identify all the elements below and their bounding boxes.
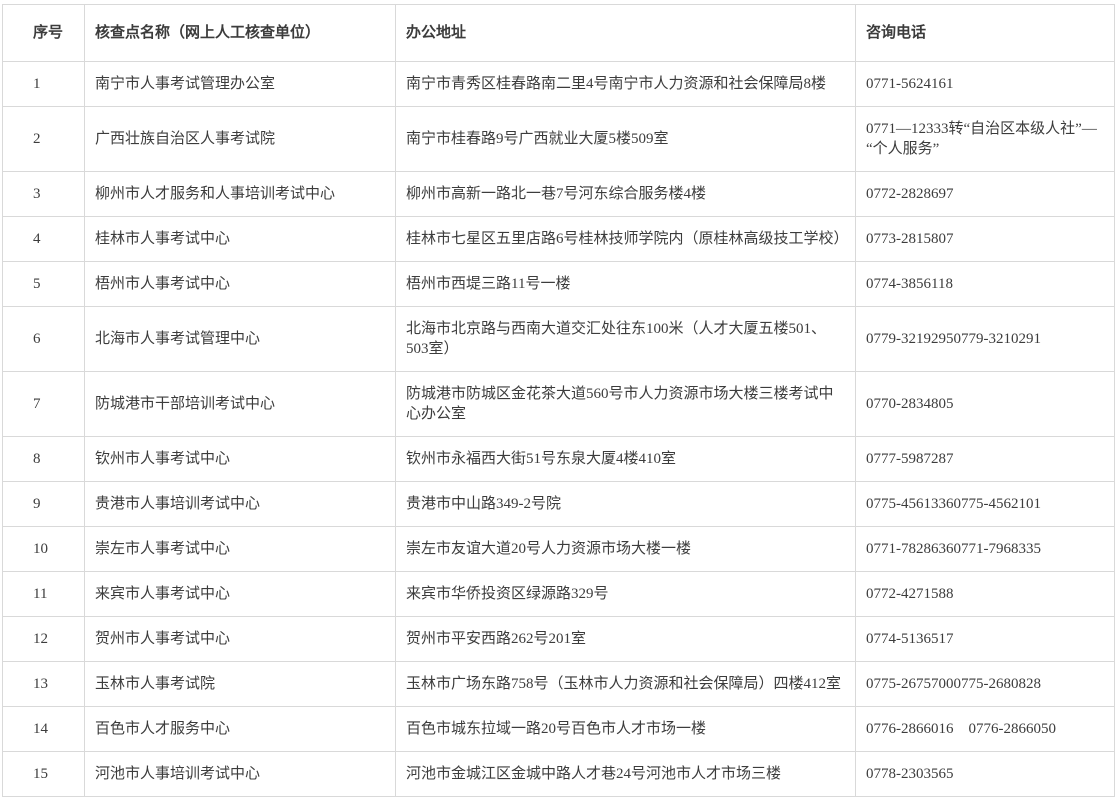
table-header-row: 序号 核查点名称（网上人工核查单位） 办公地址 咨询电话 [3,5,1115,62]
cell-index: 15 [3,752,85,797]
cell-index: 6 [3,307,85,372]
cell-phone: 0775-26757000775-2680828 [856,662,1115,707]
cell-phone: 0771-5624161 [856,62,1115,107]
cell-name: 广西壮族自治区人事考试院 [85,107,396,172]
cell-name: 来宾市人事考试中心 [85,572,396,617]
table-row: 1南宁市人事考试管理办公室南宁市青秀区桂春路南二里4号南宁市人力资源和社会保障局… [3,62,1115,107]
cell-phone: 0772-2828697 [856,172,1115,217]
table-row: 8钦州市人事考试中心钦州市永福西大街51号东泉大厦4楼410室0777-5987… [3,437,1115,482]
cell-name: 桂林市人事考试中心 [85,217,396,262]
col-header-phone: 咨询电话 [856,5,1115,62]
cell-address: 崇左市友谊大道20号人力资源市场大楼一楼 [396,527,856,572]
cell-address: 桂林市七星区五里店路6号桂林技师学院内（原桂林高级技工学校） [396,217,856,262]
cell-address: 北海市北京路与西南大道交汇处往东100米（人才大厦五楼501、503室） [396,307,856,372]
cell-name: 贺州市人事考试中心 [85,617,396,662]
cell-index: 13 [3,662,85,707]
cell-phone: 0778-2303565 [856,752,1115,797]
cell-phone: 0779-32192950779-3210291 [856,307,1115,372]
table-row: 6北海市人事考试管理中心北海市北京路与西南大道交汇处往东100米（人才大厦五楼5… [3,307,1115,372]
cell-name: 钦州市人事考试中心 [85,437,396,482]
cell-address: 贵港市中山路349-2号院 [396,482,856,527]
cell-index: 10 [3,527,85,572]
table-body: 1南宁市人事考试管理办公室南宁市青秀区桂春路南二里4号南宁市人力资源和社会保障局… [3,62,1115,797]
cell-name: 梧州市人事考试中心 [85,262,396,307]
cell-index: 8 [3,437,85,482]
col-header-address: 办公地址 [396,5,856,62]
cell-name: 河池市人事培训考试中心 [85,752,396,797]
cell-index: 5 [3,262,85,307]
cell-phone: 0775-45613360775-4562101 [856,482,1115,527]
cell-phone: 0771—12333转“自治区本级人社”—“个人服务” [856,107,1115,172]
cell-address: 贺州市平安西路262号201室 [396,617,856,662]
cell-index: 11 [3,572,85,617]
cell-phone: 0777-5987287 [856,437,1115,482]
cell-address: 河池市金城江区金城中路人才巷24号河池市人才市场三楼 [396,752,856,797]
cell-index: 1 [3,62,85,107]
cell-name: 玉林市人事考试院 [85,662,396,707]
cell-index: 9 [3,482,85,527]
cell-index: 14 [3,707,85,752]
cell-address: 钦州市永福西大街51号东泉大厦4楼410室 [396,437,856,482]
cell-address: 玉林市广场东路758号（玉林市人力资源和社会保障局）四楼412室 [396,662,856,707]
page: 序号 核查点名称（网上人工核查单位） 办公地址 咨询电话 1南宁市人事考试管理办… [0,0,1116,797]
table-row: 11来宾市人事考试中心来宾市华侨投资区绿源路329号0772-4271588 [3,572,1115,617]
cell-name: 北海市人事考试管理中心 [85,307,396,372]
cell-phone: 0774-3856118 [856,262,1115,307]
cell-phone: 0770-2834805 [856,372,1115,437]
cell-address: 百色市城东拉域一路20号百色市人才市场一楼 [396,707,856,752]
cell-name: 防城港市干部培训考试中心 [85,372,396,437]
cell-address: 南宁市青秀区桂春路南二里4号南宁市人力资源和社会保障局8楼 [396,62,856,107]
col-header-name: 核查点名称（网上人工核查单位） [85,5,396,62]
cell-phone: 0774-5136517 [856,617,1115,662]
cell-address: 防城港市防城区金花茶大道560号市人力资源市场大楼三楼考试中心办公室 [396,372,856,437]
cell-phone: 0773-2815807 [856,217,1115,262]
table-row: 7防城港市干部培训考试中心防城港市防城区金花茶大道560号市人力资源市场大楼三楼… [3,372,1115,437]
table-row: 13玉林市人事考试院玉林市广场东路758号（玉林市人力资源和社会保障局）四楼41… [3,662,1115,707]
cell-phone: 0776-2866016 0776-2866050 [856,707,1115,752]
cell-index: 3 [3,172,85,217]
cell-phone: 0771-78286360771-7968335 [856,527,1115,572]
table-row: 2广西壮族自治区人事考试院南宁市桂春路9号广西就业大厦5楼509室0771—12… [3,107,1115,172]
cell-name: 南宁市人事考试管理办公室 [85,62,396,107]
table-row: 3柳州市人才服务和人事培训考试中心柳州市高新一路北一巷7号河东综合服务楼4楼07… [3,172,1115,217]
cell-name: 百色市人才服务中心 [85,707,396,752]
cell-index: 2 [3,107,85,172]
cell-address: 柳州市高新一路北一巷7号河东综合服务楼4楼 [396,172,856,217]
col-header-index: 序号 [3,5,85,62]
cell-index: 12 [3,617,85,662]
table-row: 14百色市人才服务中心百色市城东拉域一路20号百色市人才市场一楼0776-286… [3,707,1115,752]
cell-address: 梧州市西堤三路11号一楼 [396,262,856,307]
cell-index: 4 [3,217,85,262]
checkpoint-table: 序号 核查点名称（网上人工核查单位） 办公地址 咨询电话 1南宁市人事考试管理办… [2,4,1115,797]
cell-name: 贵港市人事培训考试中心 [85,482,396,527]
table-row: 12贺州市人事考试中心贺州市平安西路262号201室0774-5136517 [3,617,1115,662]
table-row: 5梧州市人事考试中心梧州市西堤三路11号一楼0774-3856118 [3,262,1115,307]
cell-name: 崇左市人事考试中心 [85,527,396,572]
table-row: 9贵港市人事培训考试中心贵港市中山路349-2号院0775-4561336077… [3,482,1115,527]
cell-address: 南宁市桂春路9号广西就业大厦5楼509室 [396,107,856,172]
table-row: 10崇左市人事考试中心崇左市友谊大道20号人力资源市场大楼一楼0771-7828… [3,527,1115,572]
cell-phone: 0772-4271588 [856,572,1115,617]
cell-index: 7 [3,372,85,437]
cell-name: 柳州市人才服务和人事培训考试中心 [85,172,396,217]
table-row: 15河池市人事培训考试中心河池市金城江区金城中路人才巷24号河池市人才市场三楼0… [3,752,1115,797]
table-row: 4桂林市人事考试中心桂林市七星区五里店路6号桂林技师学院内（原桂林高级技工学校）… [3,217,1115,262]
cell-address: 来宾市华侨投资区绿源路329号 [396,572,856,617]
